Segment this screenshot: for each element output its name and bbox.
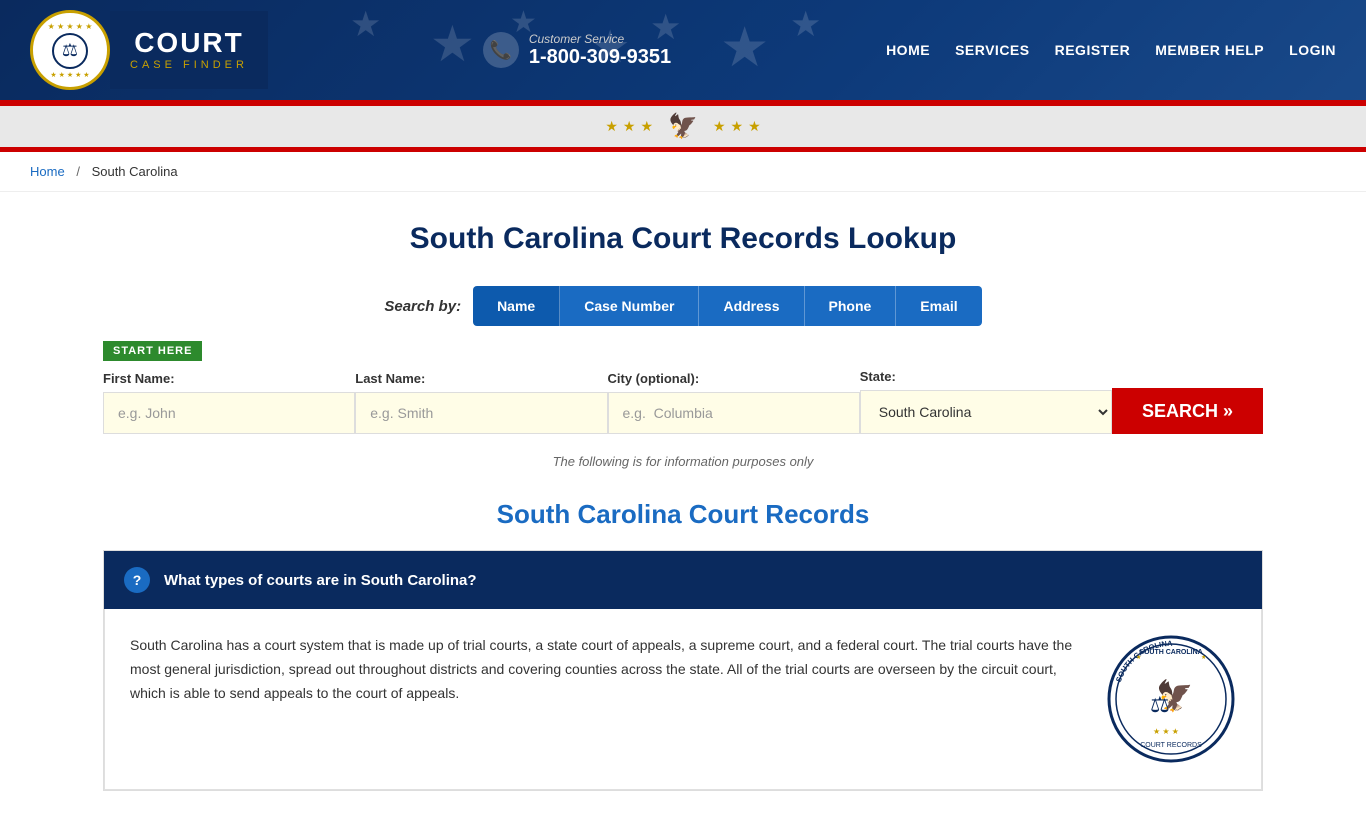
last-name-label: Last Name:: [355, 371, 607, 386]
svg-text:SOUTH CAROLINA: SOUTH CAROLINA: [1139, 649, 1202, 656]
state-select[interactable]: South Carolina Alabama Alaska Arizona Ar…: [860, 390, 1112, 434]
info-text: The following is for information purpose…: [103, 454, 1263, 469]
search-section: Search by: Name Case Number Address Phon…: [103, 286, 1263, 434]
state-group: State: South Carolina Alabama Alaska Ari…: [860, 369, 1112, 434]
city-group: City (optional):: [608, 371, 860, 434]
page-title: South Carolina Court Records Lookup: [103, 222, 1263, 256]
eagle-stars-right: ★★★: [713, 118, 761, 135]
breadcrumb-home[interactable]: Home: [30, 164, 65, 179]
nav-login[interactable]: LOGIN: [1289, 42, 1336, 58]
customer-service-phone: 1-800-309-9351: [529, 46, 671, 69]
svg-text:COURT RECORDS: COURT RECORDS: [1140, 742, 1202, 749]
svg-text:★: ★: [1201, 654, 1206, 661]
customer-service-label: Customer Service: [529, 32, 671, 46]
customer-service: 📞 Customer Service 1-800-309-9351: [483, 32, 671, 69]
accordion-text: South Carolina has a court system that i…: [130, 634, 1076, 764]
nav-home[interactable]: HOME: [886, 42, 930, 58]
nav-services[interactable]: SERVICES: [955, 42, 1030, 58]
accordion: ? What types of courts are in South Caro…: [103, 550, 1263, 791]
tab-name[interactable]: Name: [473, 286, 560, 326]
svg-text:★ ★ ★: ★ ★ ★: [1153, 727, 1179, 736]
nav-register[interactable]: REGISTER: [1055, 42, 1131, 58]
sc-seal: SOUTH CAROLINA SOUTH CAROLINA ★ ★ 🦅 ⚖ ★ …: [1106, 634, 1236, 764]
logo-court-text: COURT: [134, 29, 244, 57]
accordion-question-icon: ?: [124, 567, 150, 593]
logo-case-finder-text: CASE FINDER: [130, 59, 248, 71]
logo-seal-icon: ⚖: [52, 33, 88, 69]
section-title: South Carolina Court Records: [103, 499, 1263, 530]
state-label: State:: [860, 369, 1112, 384]
accordion-title: What types of courts are in South Caroli…: [164, 572, 477, 589]
search-form: First Name: Last Name: City (optional): …: [103, 369, 1263, 434]
breadcrumb-current: South Carolina: [92, 164, 178, 179]
site-header: ★ ★ ★ ★ ★ ★ ★ ★ ★ ★ ★ ★ ⚖ ★ ★ ★ ★ ★ COUR…: [0, 0, 1366, 152]
search-by-label: Search by:: [384, 298, 461, 315]
eagle-icon: 🦅: [668, 112, 698, 141]
eagle-stars-left: ★★★: [605, 118, 653, 135]
accordion-body: South Carolina has a court system that i…: [104, 609, 1262, 790]
city-label: City (optional):: [608, 371, 860, 386]
main-content: South Carolina Court Records Lookup Sear…: [83, 192, 1283, 821]
phone-icon: 📞: [483, 32, 519, 68]
search-by-row: Search by: Name Case Number Address Phon…: [103, 286, 1263, 326]
search-button[interactable]: SEARCH »: [1112, 388, 1263, 434]
first-name-label: First Name:: [103, 371, 355, 386]
svg-text:★: ★: [1136, 654, 1141, 661]
last-name-group: Last Name:: [355, 371, 607, 434]
start-here-badge: START HERE: [103, 341, 202, 361]
tab-phone[interactable]: Phone: [805, 286, 897, 326]
first-name-input[interactable]: [103, 392, 355, 434]
breadcrumb-separator: /: [76, 164, 80, 179]
main-nav: HOME SERVICES REGISTER MEMBER HELP LOGIN: [886, 42, 1336, 58]
tab-address[interactable]: Address: [699, 286, 804, 326]
tab-case-number[interactable]: Case Number: [560, 286, 699, 326]
tab-email[interactable]: Email: [896, 286, 981, 326]
first-name-group: First Name:: [103, 371, 355, 434]
logo[interactable]: ★ ★ ★ ★ ★ ⚖ ★ ★ ★ ★ ★ COURT CASE FINDER: [30, 10, 268, 90]
svg-text:⚖: ⚖: [1150, 692, 1170, 717]
accordion-header[interactable]: ? What types of courts are in South Caro…: [104, 551, 1262, 609]
breadcrumb: Home / South Carolina: [0, 152, 1366, 192]
last-name-input[interactable]: [355, 392, 607, 434]
city-input[interactable]: [608, 392, 860, 434]
nav-member-help[interactable]: MEMBER HELP: [1155, 42, 1264, 58]
logo-circle: ★ ★ ★ ★ ★ ⚖ ★ ★ ★ ★ ★: [30, 10, 110, 90]
